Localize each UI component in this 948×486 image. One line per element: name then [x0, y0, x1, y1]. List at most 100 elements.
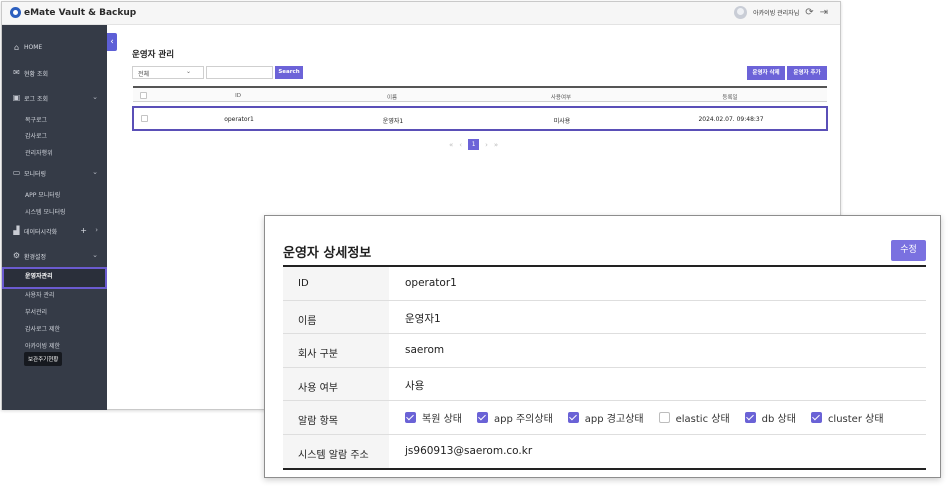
gear-icon: ⚙: [12, 251, 21, 260]
first-page-icon[interactable]: «: [449, 141, 453, 149]
field-label: 이름: [298, 315, 317, 327]
log-icon: ▣: [12, 93, 21, 102]
alarm-label: 복원 상태: [422, 414, 462, 425]
search-button[interactable]: Search: [275, 66, 303, 79]
sidebar-item-label: 관리자행위: [25, 150, 53, 157]
detail-row-alarms: 알람 항목 복원 상태 app 주의상태 app 경고상태 elastic 상태: [283, 401, 926, 435]
chevron-down-icon: ⌄: [92, 251, 98, 259]
row-checkbox[interactable]: [141, 115, 148, 122]
sidebar-item-status[interactable]: ✉ 현황 조회: [2, 65, 107, 81]
page-title: 운영자 관리: [132, 50, 175, 60]
sidebar-collapse-button[interactable]: ‹: [107, 33, 117, 51]
detail-title: 운영자 상세정보: [283, 246, 372, 261]
plus-icon[interactable]: +: [80, 226, 87, 235]
avatar[interactable]: [734, 6, 748, 19]
field-label: 사용 여부: [298, 382, 338, 394]
edit-button[interactable]: 수정: [891, 240, 926, 261]
column-header-name[interactable]: 이름: [387, 93, 397, 101]
checkbox-unchecked[interactable]: [658, 412, 670, 423]
home-icon: ⌂: [13, 43, 20, 52]
sidebar-item-label: HOME: [24, 44, 43, 51]
checkbox-checked[interactable]: [567, 412, 579, 423]
last-page-icon[interactable]: »: [494, 141, 498, 149]
logout-icon[interactable]: ⇥: [820, 6, 828, 19]
sidebar-item-label: 감사로그: [25, 133, 48, 140]
table-header: ID 이름 사용여부 등록일: [133, 86, 827, 102]
sidebar-item-department[interactable]: 부서관리: [2, 303, 107, 319]
field-value-alarm-address: js960913@saerom.co.kr: [405, 444, 533, 457]
delete-operator-button[interactable]: 운영자 삭제: [747, 66, 785, 80]
field-value-name: 운영자1: [405, 312, 441, 325]
sidebar-item-label: 데이터시각화: [24, 229, 58, 236]
alarm-label: db 상태: [761, 414, 796, 425]
sidebar-item-label: 운영자관리: [25, 273, 53, 280]
page-number-current[interactable]: 1: [468, 139, 480, 150]
sidebar-item-audit-log[interactable]: 감사로그: [2, 127, 107, 143]
alarm-option-db[interactable]: db 상태: [744, 410, 796, 425]
column-header-id[interactable]: ID: [235, 93, 241, 99]
field-value-id: operator1: [405, 277, 457, 289]
sidebar-item-logs[interactable]: ▣ 로그 조회 ⌄: [2, 90, 107, 106]
checkbox-checked[interactable]: [476, 412, 488, 423]
alarm-label: cluster 상태: [827, 414, 884, 425]
cell-id: operator1: [224, 116, 254, 123]
alarm-label: app 경고상태: [584, 414, 644, 425]
sidebar-item-monitoring[interactable]: ▭ 모니터링 ⌄: [2, 165, 107, 181]
tooltip: 보관주기현황: [24, 352, 63, 366]
sidebar-item-audit-limit[interactable]: 감사로그 제한: [2, 320, 107, 336]
column-header-use[interactable]: 사용여부: [551, 93, 571, 101]
checkbox-checked[interactable]: [744, 412, 756, 423]
sidebar-item-label: 시스템 모니터링: [25, 209, 66, 216]
field-label: 회사 구분: [298, 349, 338, 360]
sidebar-item-user-management[interactable]: 사용자 관리: [2, 286, 107, 302]
prev-page-icon[interactable]: ‹: [459, 141, 462, 149]
alarm-option-cluster[interactable]: cluster 상태: [810, 410, 884, 425]
detail-table: ID operator1 이름 운영자1 회사 구분 saerom 사용 여부 …: [283, 265, 926, 470]
sidebar-item-visualization[interactable]: ▟ 데이터시각화 + ›: [2, 223, 107, 239]
checkbox-checked[interactable]: [810, 412, 822, 423]
search-input[interactable]: [206, 66, 273, 79]
table-row[interactable]: operator1 운영자1 미사용 2024.02.07. 09:48:37: [132, 106, 828, 131]
sidebar-item-home[interactable]: ⌂ HOME: [2, 40, 107, 56]
sidebar-item-admin-action[interactable]: 관리자행위: [2, 144, 107, 160]
sidebar-item-label: 부서관리: [25, 309, 48, 316]
alarm-option-elastic[interactable]: elastic 상태: [658, 410, 730, 425]
detail-row-alarm-address: 시스템 알람 주소 js960913@saerom.co.kr: [283, 434, 926, 468]
refresh-icon[interactable]: ⟳: [805, 6, 813, 19]
chevron-down-icon: ⌄: [92, 168, 98, 176]
sidebar-item-settings[interactable]: ⚙ 환경설정 ⌄: [2, 248, 107, 264]
chart-icon: ▟: [13, 226, 20, 235]
select-all-checkbox[interactable]: [140, 92, 147, 99]
field-label: ID: [298, 278, 309, 289]
add-operator-button[interactable]: 운영자 추가: [787, 66, 827, 80]
next-page-icon[interactable]: ›: [485, 141, 488, 149]
sidebar-item-label: 로그 조회: [24, 96, 48, 103]
sidebar-item-archive-limit[interactable]: 아카이빙 제한: [2, 337, 107, 353]
sidebar-item-label: 아카이빙 제한: [25, 343, 61, 350]
sidebar-item-system-monitoring[interactable]: 시스템 모니터링: [2, 203, 107, 219]
field-value-use: 사용: [405, 379, 425, 392]
checkbox-checked[interactable]: [405, 412, 416, 423]
user-area: 아카이빙 관리자님 ⟳ ⇥: [734, 6, 828, 19]
user-name[interactable]: 아카이빙 관리자님: [753, 8, 799, 17]
cell-use: 미사용: [553, 118, 571, 125]
cell-name: 운영자1: [382, 118, 404, 125]
filter-select[interactable]: 전체 ⌄: [132, 66, 204, 79]
detail-row-id: ID operator1: [283, 267, 926, 301]
detail-row-use: 사용 여부 사용: [283, 367, 926, 401]
sidebar-item-label: 감사로그 제한: [25, 326, 61, 333]
pagination: « ‹ 1 › »: [449, 139, 498, 150]
alarm-option-app-caution[interactable]: app 주의상태: [476, 410, 553, 425]
logo[interactable]: eMate Vault & Backup: [10, 7, 136, 18]
sidebar-item-restore-log[interactable]: 복구로그: [2, 111, 107, 127]
chevron-down-icon: ⌄: [185, 68, 191, 75]
top-bar: eMate Vault & Backup 아카이빙 관리자님 ⟳ ⇥: [2, 2, 840, 25]
app-title: eMate Vault & Backup: [24, 7, 137, 18]
column-header-date[interactable]: 등록일: [722, 93, 737, 101]
sidebar-item-label: 사용자 관리: [25, 292, 55, 299]
sidebar-item-app-monitoring[interactable]: APP 모니터링: [2, 186, 107, 202]
chevron-right-icon: ›: [95, 226, 98, 234]
field-label: 시스템 알람 주소: [298, 449, 369, 461]
alarm-option-restore[interactable]: 복원 상태: [405, 410, 462, 425]
alarm-option-app-warning[interactable]: app 경고상태: [567, 410, 644, 425]
